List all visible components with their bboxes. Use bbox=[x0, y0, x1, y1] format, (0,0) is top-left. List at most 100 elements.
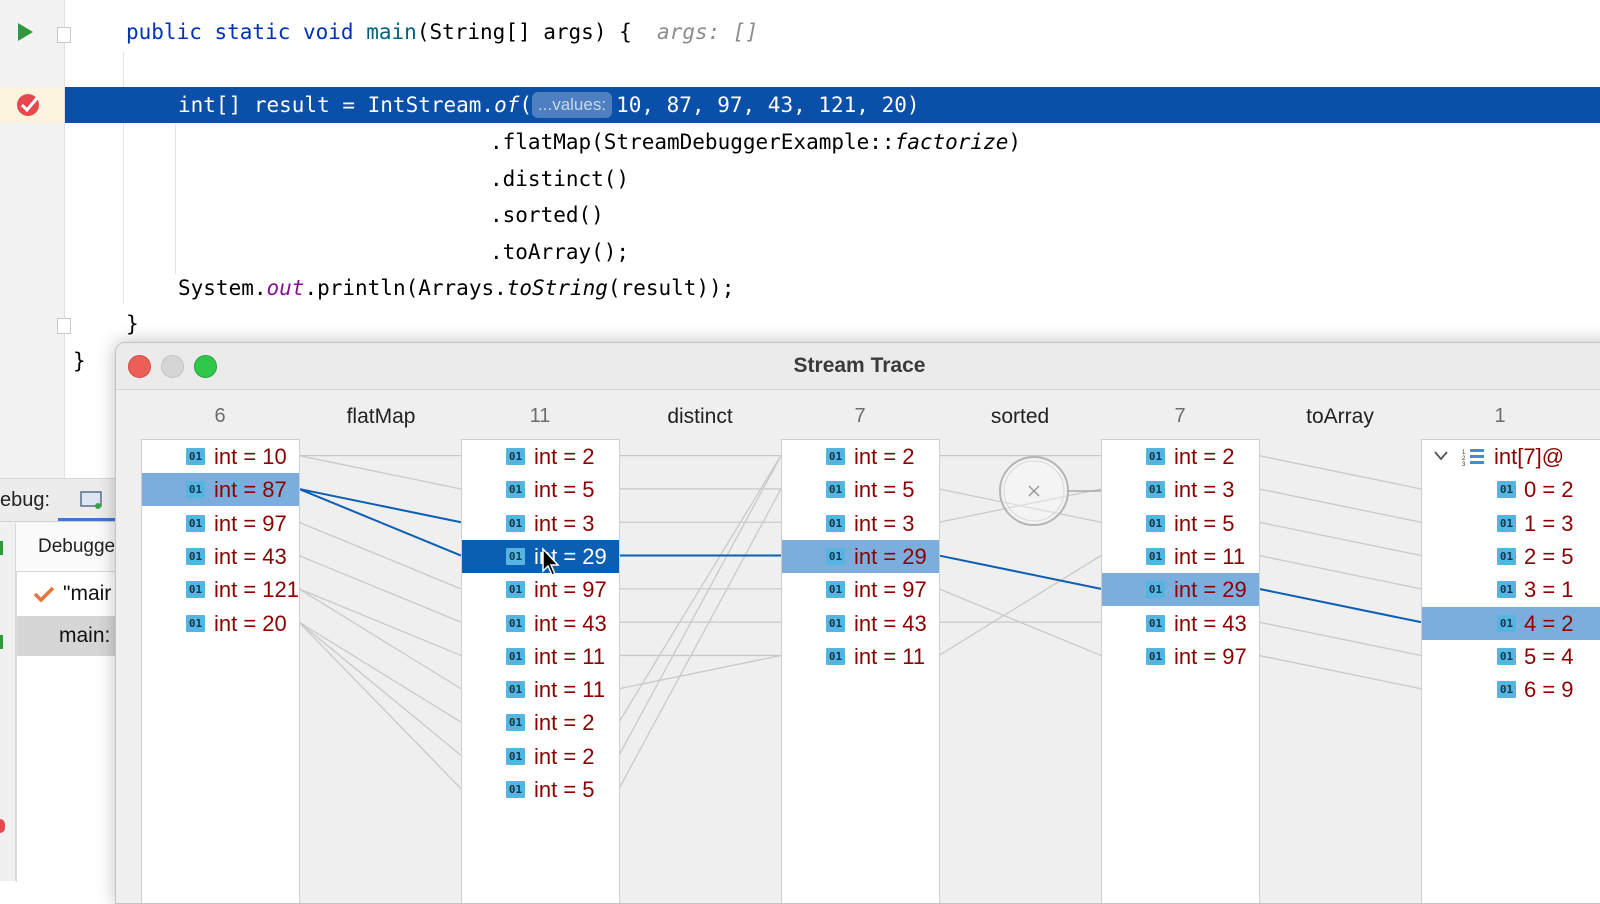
stream-value-row[interactable]: 01 int = 97 bbox=[462, 573, 619, 606]
stream-value-row[interactable]: 01 int = 97 bbox=[782, 573, 939, 606]
trace-link bbox=[298, 521, 462, 590]
stream-value-row[interactable]: 01 int = 5 bbox=[782, 473, 939, 506]
stream-value-text: int = 3 bbox=[534, 510, 595, 536]
console-icon[interactable] bbox=[80, 491, 102, 509]
stream-value-row[interactable]: 01 int = 20 bbox=[142, 607, 299, 640]
debugger-tab[interactable]: Debugge bbox=[16, 523, 130, 572]
stream-value-text: int = 5 bbox=[534, 477, 595, 503]
frame-label: main: bbox=[59, 624, 111, 647]
stream-value-text: int = 3 bbox=[854, 510, 915, 536]
stream-value-text: int = 11 bbox=[534, 677, 606, 703]
stream-value-row[interactable]: 01 int = 43 bbox=[782, 607, 939, 640]
stream-value-row[interactable]: 01 int = 11 bbox=[782, 640, 939, 673]
primitive-type-icon: 01 bbox=[506, 448, 525, 465]
stream-value-row[interactable]: 01 int = 97 bbox=[142, 507, 299, 540]
stream-value-text: int = 5 bbox=[534, 777, 595, 802]
thread-row[interactable]: "mair bbox=[17, 574, 131, 614]
array-element-row[interactable]: 01 4 = 2 bbox=[1422, 606, 1600, 640]
stream-value-text: int = 2 bbox=[1174, 444, 1235, 469]
svg-text:3: 3 bbox=[1462, 462, 1466, 467]
array-node-row[interactable]: 1 2 3 int[7]@ bbox=[1422, 440, 1600, 473]
trace-link bbox=[938, 554, 1102, 657]
stream-value-text: int = 43 bbox=[1174, 610, 1247, 636]
stream-value-row[interactable]: 01 int = 87 bbox=[142, 473, 299, 507]
code-line-flatmap: .flatMap(StreamDebuggerExample::factoriz… bbox=[65, 124, 1600, 160]
stop-icon[interactable] bbox=[0, 819, 5, 833]
resume-icon[interactable] bbox=[0, 541, 3, 555]
inline-value-hint: args: [] bbox=[657, 20, 759, 44]
array-element-value: 2 = 5 bbox=[1524, 543, 1574, 569]
stream-value-text: int = 97 bbox=[534, 577, 607, 603]
stream-trace-window: Stream Trace 6 flatMap 11 distinct 7 sor… bbox=[115, 342, 1600, 904]
array-element-value: 4 = 2 bbox=[1524, 610, 1574, 636]
array-element-row[interactable]: 01 5 = 4 bbox=[1422, 640, 1600, 673]
step-icon[interactable] bbox=[0, 635, 3, 649]
array-element-row[interactable]: 01 0 = 2 bbox=[1422, 473, 1600, 506]
stream-value-text: int = 29 bbox=[1174, 577, 1247, 603]
stream-value-row[interactable]: 01 int = 5 bbox=[462, 773, 619, 806]
chevron-down-icon[interactable] bbox=[1434, 451, 1448, 461]
stream-value-row[interactable]: 01 int = 3 bbox=[462, 507, 619, 540]
trace-column-sorted[interactable]: 01 int = 2 01 int = 3 01 int = 5 01 int = 11 01 i… bbox=[1101, 439, 1260, 903]
stream-value-row[interactable]: 01 int = 2 bbox=[462, 440, 619, 473]
stream-value-row[interactable]: 01 int = 43 bbox=[142, 540, 299, 573]
run-icon[interactable] bbox=[16, 22, 34, 42]
stream-value-row[interactable]: 01 int = 43 bbox=[462, 607, 619, 640]
stream-value-row[interactable]: 01 int = 11 bbox=[1102, 540, 1259, 573]
primitive-type-icon: 01 bbox=[1497, 614, 1516, 632]
debug-tab-bar: ebug: bbox=[0, 479, 130, 522]
primitive-type-icon: 01 bbox=[1497, 547, 1516, 565]
mouse-cursor-icon bbox=[542, 547, 560, 576]
trace-column-result[interactable]: 1 2 3 int[7]@ 01 0 = 2 01 1 = 3 01 2 = 5 01 3 = 1 01… bbox=[1421, 439, 1600, 903]
debugger-tab-label: Debugge bbox=[38, 536, 116, 557]
array-element-row[interactable]: 01 2 = 5 bbox=[1422, 540, 1600, 573]
code-text: (result)); bbox=[607, 276, 735, 300]
code-text: .toArray(); bbox=[490, 240, 630, 264]
code-text: } bbox=[73, 349, 86, 373]
stream-value-row[interactable]: 01 int = 11 bbox=[462, 640, 619, 673]
stream-value-row[interactable]: 01 int = 2 bbox=[462, 706, 619, 739]
keyword: public static void bbox=[126, 20, 354, 44]
stream-value-row[interactable]: 01 int = 43 bbox=[1102, 607, 1259, 640]
trace-link bbox=[938, 554, 1102, 590]
primitive-type-icon: 01 bbox=[506, 481, 525, 499]
trace-column-flatmap[interactable]: 01 int = 2 01 int = 5 01 int = 3 01 int = 29 01 i… bbox=[461, 439, 620, 903]
stream-value-row[interactable]: 01 int = 5 bbox=[1102, 507, 1259, 540]
trace-link bbox=[298, 488, 462, 557]
trace-column-distinct[interactable]: 01 int = 2 01 int = 5 01 int = 3 01 int = 29 01 i… bbox=[781, 439, 940, 903]
stream-value-row[interactable]: 01 int = 10 bbox=[142, 440, 299, 473]
stream-value-row[interactable]: 01 int = 29 bbox=[1102, 573, 1259, 607]
stream-value-row[interactable]: 01 int = 2 bbox=[462, 740, 619, 773]
primitive-type-icon: 01 bbox=[186, 614, 205, 632]
code-text: ( bbox=[519, 93, 533, 117]
stream-value-row[interactable]: 01 int = 29 bbox=[782, 539, 939, 573]
stream-value-row[interactable]: 01 int = 121 bbox=[142, 573, 299, 606]
array-element-row[interactable]: 01 6 = 9 bbox=[1422, 673, 1600, 706]
array-element-row[interactable]: 01 3 = 1 bbox=[1422, 573, 1600, 606]
primitive-type-icon: 01 bbox=[1146, 647, 1165, 665]
stream-value-row[interactable]: 01 int = 11 bbox=[462, 673, 619, 706]
stream-value-row[interactable]: 01 int = 3 bbox=[782, 507, 939, 540]
stream-value-row[interactable]: 01 int = 2 bbox=[1102, 440, 1259, 473]
trace-link bbox=[1258, 554, 1422, 590]
breakpoint-icon[interactable] bbox=[16, 92, 42, 118]
stream-value-text: int = 10 bbox=[214, 444, 287, 469]
trace-link bbox=[298, 588, 462, 657]
stream-value-row[interactable]: 01 int = 5 bbox=[462, 473, 619, 506]
stream-value-row[interactable]: 01 int = 3 bbox=[1102, 473, 1259, 506]
frame-row[interactable]: main: bbox=[17, 616, 131, 656]
array-icon: 123 bbox=[1462, 449, 1484, 467]
trace-link bbox=[298, 588, 462, 690]
trace-column-source[interactable]: 01 int = 10 01 int = 87 01 int = 97 01 int = 43… bbox=[141, 439, 300, 903]
stream-value-text: int = 5 bbox=[1174, 510, 1235, 536]
stream-value-row[interactable]: 01 int = 2 bbox=[782, 440, 939, 473]
checkmark-icon bbox=[33, 586, 55, 603]
current-execution-line: int[] result = IntStream.of(...values: 10… bbox=[65, 87, 1600, 123]
debug-tab-label[interactable]: ebug: bbox=[0, 489, 50, 512]
trace-link bbox=[1258, 587, 1422, 624]
array-element-row[interactable]: 01 1 = 3 bbox=[1422, 507, 1600, 540]
parameter-hint: ...values: bbox=[532, 92, 613, 118]
thread-label: "mair bbox=[63, 582, 112, 605]
stream-value-row[interactable]: 01 int = 97 bbox=[1102, 640, 1259, 673]
primitive-type-icon: 01 bbox=[1497, 681, 1516, 699]
